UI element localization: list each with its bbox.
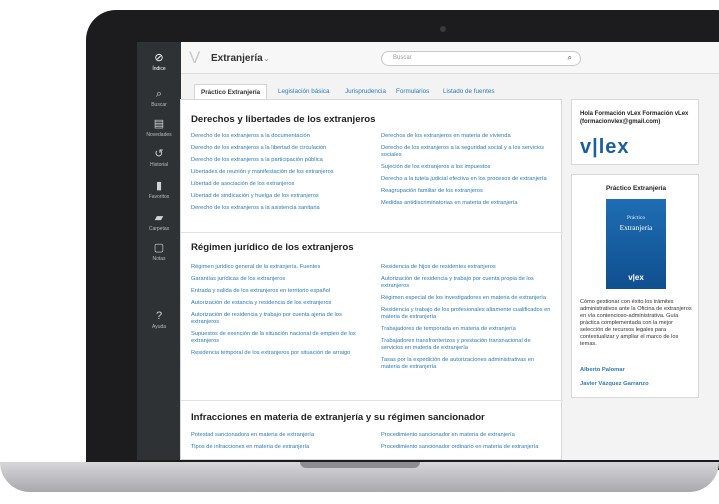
screen-edge [109,42,137,460]
note-icon: ▢ [153,242,165,254]
folder-icon: ▰ [154,212,164,224]
sidebar-item-label: Favoritos [148,194,170,200]
topic-link[interactable]: Residencia y trabajo de los profesionale… [381,307,551,321]
sidebar-item-carpetas[interactable]: ▰ Carpetas [137,212,181,232]
book-cover-logo: v|ex [628,273,644,282]
topic-link[interactable]: Autorización de residencia y trabajo por… [381,276,551,290]
topic-link[interactable]: Procedimiento sancionador en materia de … [381,432,551,439]
topic-link[interactable]: Residencia temporal de los extranjeros p… [191,350,361,357]
tab-legislacion-basica[interactable]: Legislación básica [272,84,335,100]
topic-link[interactable]: Tipos de infracciones en materia de extr… [191,444,361,451]
topic-link[interactable]: Libertad de sindicación y huelga de los … [191,193,361,200]
section-right-column: Residencia de hijos de residentes extran… [381,264,551,376]
laptop-frame: ⊘ Índice ⌕ Buscar ▤ Novedades ↺ Historia… [0,0,719,504]
sidebar-item-label: Historial [149,162,169,168]
search-placeholder: Buscar [393,55,412,61]
section-left-column: Potestad sancionadora en materia de extr… [191,432,361,456]
topic-link[interactable]: Medidas antidiscriminatorias en materia … [381,200,551,207]
search-icon[interactable]: ⌕ [568,53,572,63]
topic-link[interactable]: Trabajadores de temporada en materia de … [381,326,551,333]
section-left-column: Derecho de los extranjeros a la document… [191,133,361,217]
compass-icon: ⊘ [154,52,164,64]
section-title: Infracciones en materia de extranjería y… [191,412,485,423]
section-right-column: Derechos de los extranjeros en materia d… [381,133,551,212]
section-divider [181,400,563,401]
sidebar-item-ayuda[interactable]: ? Ayuda [137,310,181,330]
sidebar-item-label: Notas [152,256,166,262]
app-screen: ⊘ Índice ⌕ Buscar ▤ Novedades ↺ Historia… [109,42,719,460]
sidebar-item-label: Índice [152,66,166,72]
topic-link[interactable]: Derecho de los extranjeros a la document… [191,133,361,140]
product-description: Cómo gestionar con éxito los trámites ad… [580,299,692,347]
search-icon: ⌕ [155,88,163,100]
product-box-title: Práctico Extranjería [605,185,667,192]
topic-link[interactable]: Reagrupación familiar de los extranjeros [381,188,551,195]
vlex-brand-logo: v|lex [580,136,630,158]
chevron-down-icon[interactable]: ⌄ [263,54,270,63]
topic-link[interactable]: Garantías jurídicas de los extranjeros [191,276,361,283]
search-input[interactable]: Buscar ⌕ [381,51,581,66]
tab-bar: Práctico Extranjería Legislación básica … [194,84,562,100]
topic-link[interactable]: Trabajadores transfronterizos y prestaci… [381,338,551,352]
sidebar-item-indice[interactable]: ⊘ Índice [137,52,181,72]
user-box: Hola Formación vLex Formación vLex (form… [571,99,699,165]
bookmark-icon: ▮ [155,180,163,192]
tab-listado-de-fuentes[interactable]: Listado de fuentes [437,84,500,100]
sidebar-item-label: Carpetas [148,226,170,232]
sidebar: ⊘ Índice ⌕ Buscar ▤ Novedades ↺ Historia… [137,42,181,460]
camera-icon [440,26,446,32]
book-cover-line1: Práctico [626,215,646,221]
topic-link[interactable]: Derecho de los extranjeros a la asistenc… [191,205,361,212]
sidebar-item-novedades[interactable]: ▤ Novedades [137,118,181,138]
tab-practico-extranjeria[interactable]: Práctico Extranjería [194,84,268,100]
section-left-column: Régimen jurídico general de la extranjer… [191,264,361,362]
topic-link[interactable]: Libertad de asociación de los extranjero… [191,181,361,188]
section-title: Derechos y libertades de los extranjeros [191,114,376,125]
help-icon: ? [155,310,163,322]
topic-link[interactable]: Autorización de residencia y trabajo por… [191,312,361,326]
product-title[interactable]: Extranjería [211,53,263,64]
user-greeting: Hola Formación vLex Formación vLex (form… [580,111,689,125]
topic-link[interactable]: Régimen especial de los investigadores e… [381,295,551,302]
sidebar-item-label: Ayuda [151,324,167,330]
sidebar-item-label: Buscar [151,102,167,108]
tab-jurisprudencia[interactable]: Jurisprudencia [339,84,392,100]
author-link[interactable]: Alberto Palomar [580,367,625,373]
book-cover-line2: Extranjería [619,223,653,232]
topic-link[interactable]: Tasas por la expedición de autorizacione… [381,357,551,371]
history-icon: ↺ [154,148,164,160]
topic-link[interactable]: Procedimiento sancionador ordinario en m… [381,444,551,451]
topic-link[interactable]: Autorización de estancia y residencia de… [191,300,361,307]
sidebar-item-buscar[interactable]: ⌕ Buscar [137,88,181,108]
topic-link[interactable]: Libertades de reunión y manifestación de… [191,169,361,176]
topic-link[interactable]: Derecho de los extranjeros a la segurida… [381,145,551,159]
tab-formularios[interactable]: Formularios [390,84,435,100]
vlex-logo-icon[interactable]: V [189,48,200,68]
laptop-base-notch [300,462,420,468]
topic-link[interactable]: Entrada y salida de los extranjeros en t… [191,288,361,295]
topic-link[interactable]: Derechos de los extranjeros en materia d… [381,133,551,140]
author-link[interactable]: Javier Vázquez Garranzo [580,381,649,387]
topic-link[interactable]: Sujeción de los extranjeros a los impues… [381,164,551,171]
top-bar: V Extranjería ⌄ Buscar ⌕ 0 ♟ [181,42,719,74]
sidebar-item-favoritos[interactable]: ▮ Favoritos [137,180,181,200]
section-title: Régimen jurídico de los extranjeros [191,242,354,253]
topic-link[interactable]: Derecho de los extranjeros a la particip… [191,157,361,164]
section-divider [181,232,563,233]
topic-link[interactable]: Derecho de los extranjeros a la libertad… [191,145,361,152]
content-card: Derechos y libertades de los extranjeros… [180,99,563,460]
book-cover-image[interactable]: Práctico Extranjería v|ex [606,199,666,289]
topic-link[interactable]: Supuestos de exención de la situación na… [191,331,361,345]
newspaper-icon: ▤ [153,118,165,130]
topic-link[interactable]: Potestad sancionadora en materia de extr… [191,432,361,439]
topic-link[interactable]: Residencia de hijos de residentes extran… [381,264,551,271]
topic-link[interactable]: Derecho a la tutela judicial efectiva en… [381,176,551,183]
section-right-column: Procedimiento sancionador en materia de … [381,432,551,456]
product-box: Práctico Extranjería Práctico Extranjerí… [571,174,699,398]
sidebar-item-historial[interactable]: ↺ Historial [137,148,181,168]
sidebar-item-notas[interactable]: ▢ Notas [137,242,181,262]
sidebar-item-label: Novedades [146,132,172,138]
topic-link[interactable]: Régimen jurídico general de la extranjer… [191,264,361,271]
